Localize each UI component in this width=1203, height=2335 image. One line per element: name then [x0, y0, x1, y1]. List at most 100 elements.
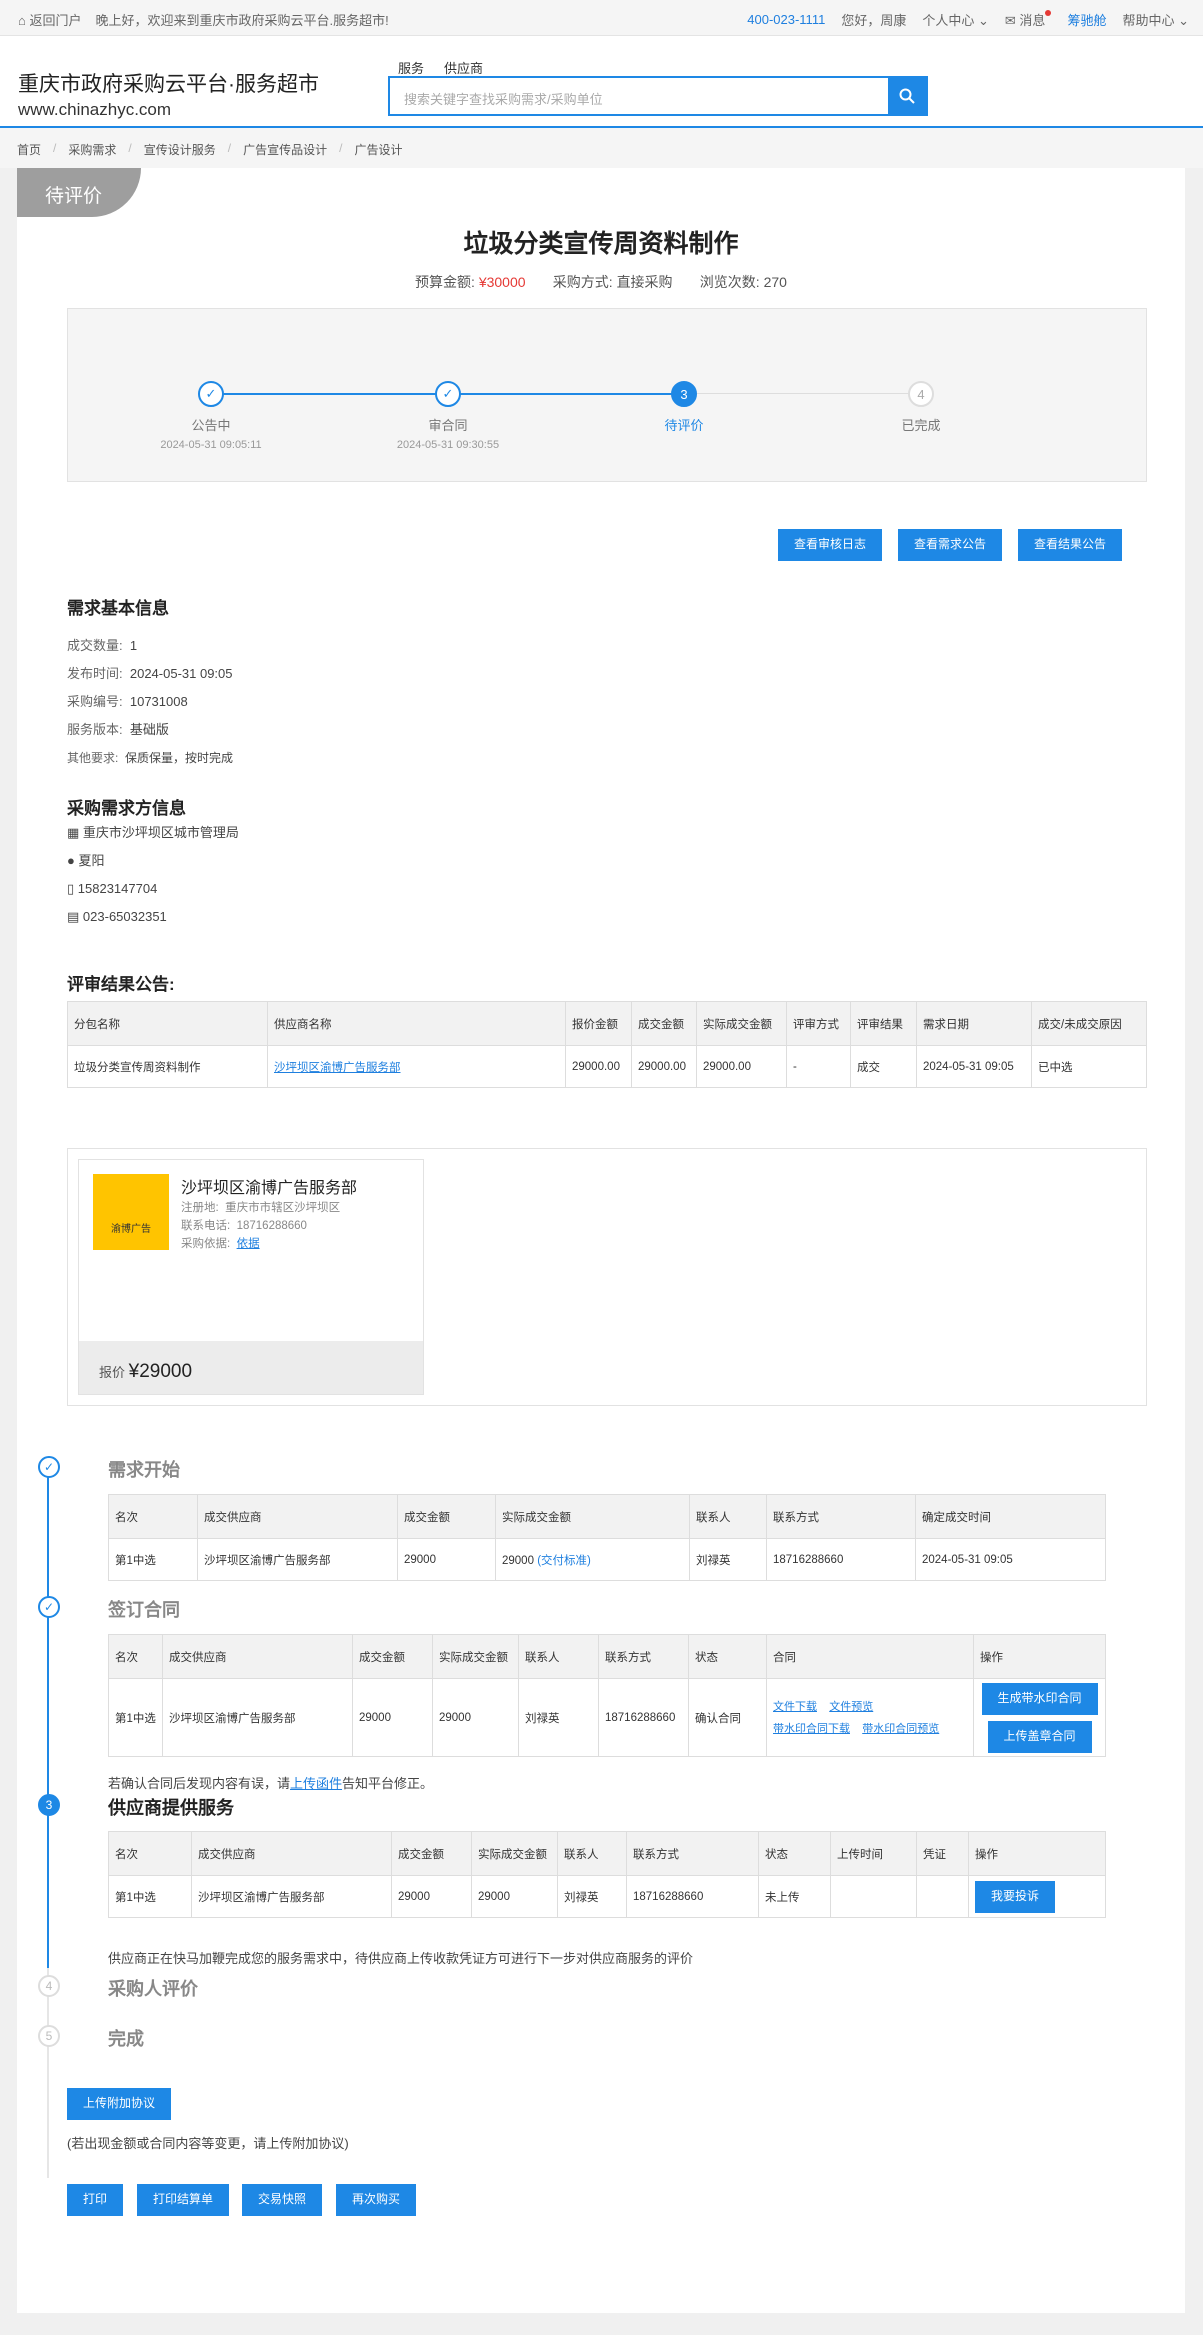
delivery-standard-link[interactable]: (交付标准): [537, 1555, 591, 1567]
buy-again-button[interactable]: 再次购买: [336, 2184, 416, 2216]
snapshot-button[interactable]: 交易快照: [242, 2184, 322, 2216]
step-name: 已完成: [901, 418, 941, 433]
table-cell: -: [786, 1045, 851, 1088]
return-portal-link[interactable]: ⌂ 返回门户: [18, 10, 81, 29]
generate-watermark-button[interactable]: 生成带水印合同: [981, 1682, 1098, 1715]
table-cell: 沙坪坝区渝博广告服务部: [191, 1875, 392, 1918]
breadcrumb-item[interactable]: 采购需求: [68, 141, 116, 157]
search-input[interactable]: 搜索关键字查找采购需求/采购单位: [388, 76, 928, 116]
breadcrumb-item[interactable]: 广告设计: [354, 141, 402, 157]
timeline-title: 采购人评价: [108, 1979, 198, 1999]
view-demand-notice-button[interactable]: 查看需求公告: [898, 529, 1002, 561]
step-number: 3: [671, 381, 697, 407]
complaint-button[interactable]: 我要投诉: [975, 1880, 1055, 1913]
timeline-title: 供应商提供服务: [108, 1798, 234, 1818]
site-header: 重庆市政府采购云平台·服务超市 www.chinazhyc.com 服务 供应商…: [0, 36, 1203, 128]
budget-value: ¥30000: [478, 274, 526, 290]
help-center-menu[interactable]: 帮助中心 ⌄: [1122, 10, 1189, 29]
table-cell: 成交: [850, 1045, 917, 1088]
views-value: 270: [763, 274, 787, 290]
supplier-phone: 18716288660: [236, 1220, 307, 1232]
column-header: 成交供应商: [197, 1494, 398, 1539]
column-header: 联系方式: [766, 1494, 916, 1539]
column-header: 上传时间: [830, 1831, 917, 1876]
table-cell: 刘禄英: [557, 1875, 627, 1918]
status-badge: 待评价: [17, 168, 141, 217]
info-row: 其他要求: 保质保量，按时完成: [67, 744, 233, 772]
budget-label: 预算金额:: [415, 274, 475, 290]
column-header: 联系方式: [598, 1634, 689, 1679]
view-result-notice-button[interactable]: 查看结果公告: [1018, 529, 1122, 561]
column-header: 状态: [758, 1831, 831, 1876]
print-button[interactable]: 打印: [67, 2184, 123, 2216]
user-link[interactable]: 筹驰舱: [1067, 10, 1106, 29]
file-preview-link[interactable]: 文件预览: [829, 1701, 873, 1713]
column-header: 联系方式: [626, 1831, 759, 1876]
column-header: 成交金额: [352, 1634, 433, 1679]
column-header: 实际成交金额: [432, 1634, 519, 1679]
personal-center-menu[interactable]: 个人中心 ⌄: [922, 10, 989, 29]
print-statement-button[interactable]: 打印结算单: [137, 2184, 229, 2216]
table-cell: 29000.00: [631, 1045, 697, 1088]
note-text: 若确认合同后发现内容有误，请: [108, 1776, 291, 1791]
top-bar: ⌂ 返回门户 晚上好，欢迎来到重庆市政府采购云平台.服务超市! 400-023-…: [0, 0, 1203, 36]
table-cell: 29000: [352, 1678, 433, 1757]
search-button[interactable]: [888, 78, 926, 114]
column-header: 名次: [108, 1634, 163, 1679]
column-header: 确定成交时间: [915, 1494, 1106, 1539]
column-header: 名次: [108, 1831, 192, 1876]
table-cell: 第1中选: [108, 1538, 198, 1581]
search-placeholder: 搜索关键字查找采购需求/采购单位: [404, 92, 603, 107]
breadcrumb-item[interactable]: 宣传设计服务: [144, 141, 216, 157]
view-audit-log-button[interactable]: 查看审核日志: [778, 529, 882, 561]
table-cell: 已中选: [1031, 1045, 1147, 1088]
message-link[interactable]: ✉ 消息: [1005, 10, 1052, 29]
search-tab-service[interactable]: 服务: [398, 58, 424, 77]
supplier-logo: 渝博广告: [93, 1174, 169, 1250]
column-header: 实际成交金额: [471, 1831, 558, 1876]
price-label: 报价: [99, 1365, 126, 1380]
page-title: 垃圾分类宣传周资料制作: [463, 230, 739, 258]
buyer-mobile: 15823147704: [77, 881, 158, 896]
hello-text: 您好，周康: [841, 13, 907, 28]
table-cell: 2024-05-31 09:05: [915, 1538, 1106, 1581]
watermark-download-link[interactable]: 带水印合同下载: [773, 1723, 850, 1735]
buyer-phone: 023-65032351: [82, 909, 167, 924]
search-tab-supplier[interactable]: 供应商: [444, 58, 483, 77]
table-header-row: 名次 成交供应商 成交金额 实际成交金额 联系人 联系方式 状态 合同 操作: [108, 1634, 1106, 1679]
upload-stamped-contract-button[interactable]: 上传盖章合同: [987, 1720, 1092, 1753]
watermark-preview-link[interactable]: 带水印合同预览: [862, 1723, 939, 1735]
breadcrumb: 首页 / 采购需求 / 宣传设计服务 / 广告宣传品设计 / 广告设计: [0, 128, 1203, 168]
basic-info-title: 需求基本信息: [67, 599, 169, 618]
column-header: 供应商名称: [267, 1001, 566, 1046]
supplier-card[interactable]: 渝博广告 沙坪坝区渝博广告服务部 注册地: 重庆市市辖区沙坪坝区 联系电话: 1…: [78, 1159, 424, 1395]
table-cell: 29000.00: [696, 1045, 787, 1088]
site-logo[interactable]: 重庆市政府采购云平台·服务超市 www.chinazhyc.com: [18, 68, 319, 120]
column-header: 成交供应商: [191, 1831, 392, 1876]
timeline-title: 需求开始: [108, 1460, 180, 1480]
timeline-title: 签订合同: [108, 1600, 180, 1620]
column-header: 成交金额: [397, 1494, 496, 1539]
tel-label: 联系电话:: [181, 1220, 231, 1232]
supplier-name-link[interactable]: 沙坪坝区渝博广告服务部: [274, 1062, 401, 1074]
personal-center-label: 个人中心: [922, 13, 975, 28]
table-header-row: 名次 成交供应商 成交金额 实际成交金额 联系人 联系方式 确定成交时间: [108, 1494, 1106, 1539]
upload-letter-link[interactable]: 上传函件: [290, 1776, 342, 1791]
file-download-link[interactable]: 文件下载: [773, 1701, 817, 1713]
basis-link[interactable]: 依据: [237, 1238, 260, 1250]
table-cell: 未上传: [758, 1875, 831, 1918]
table-cell: [916, 1875, 969, 1918]
table-cell: 第1中选: [108, 1678, 163, 1757]
breadcrumb-item[interactable]: 首页: [17, 141, 41, 157]
step-name: 公告中: [191, 418, 231, 433]
step-time: 2024-05-31 09:05:11: [160, 439, 262, 451]
upload-supplement-button[interactable]: 上传附加协议: [67, 2088, 171, 2120]
table-cell: 垃圾分类宣传周资料制作: [67, 1045, 268, 1088]
price-value: ¥29000: [128, 1361, 193, 1382]
check-icon: ✓: [38, 1596, 60, 1618]
breadcrumb-item[interactable]: 广告宣传品设计: [243, 141, 327, 157]
timeline-title: 完成: [108, 2029, 144, 2049]
contract-note: 若确认合同后发现内容有误，请上传函件告知平台修正。: [108, 1773, 433, 1792]
check-icon: ✓: [435, 381, 461, 407]
table-cell: 刘禄英: [518, 1678, 599, 1757]
